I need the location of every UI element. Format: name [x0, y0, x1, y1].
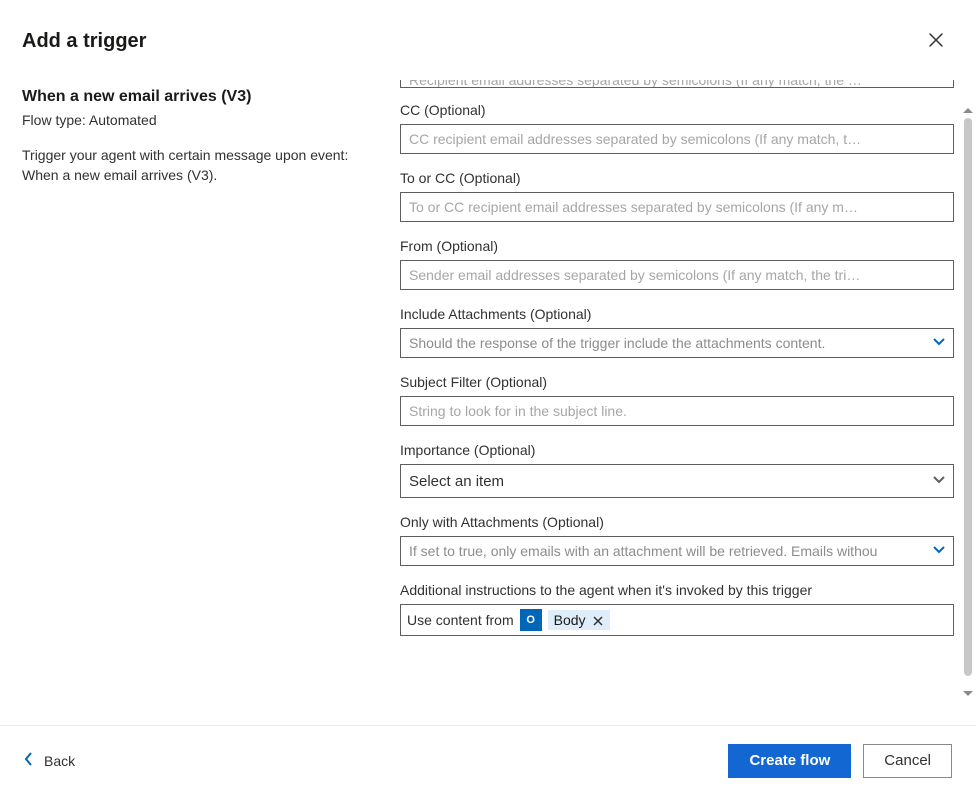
from-input[interactable]	[400, 260, 954, 290]
subject-filter-label: Subject Filter (Optional)	[400, 374, 954, 390]
body-token[interactable]: Body	[548, 610, 610, 630]
additional-instructions-label: Additional instructions to the agent whe…	[400, 582, 954, 598]
scroll-up-icon[interactable]	[961, 104, 975, 118]
to-or-cc-input[interactable]	[400, 192, 954, 222]
scrollbar-track[interactable]	[964, 118, 972, 686]
importance-value: Select an item	[409, 473, 504, 490]
subject-filter-input[interactable]	[400, 396, 954, 426]
only-with-attachments-label: Only with Attachments (Optional)	[400, 514, 954, 530]
back-label: Back	[44, 753, 75, 769]
recipient-placeholder: Recipient email addresses separated by s…	[409, 80, 862, 86]
trigger-name-heading: When a new email arrives (V3)	[22, 88, 376, 106]
chevron-left-icon	[24, 751, 34, 770]
cc-label: CC (Optional)	[400, 102, 954, 118]
flow-type-label: Flow type: Automated	[22, 112, 376, 128]
cc-input[interactable]	[400, 124, 954, 154]
close-icon	[928, 32, 944, 51]
back-button[interactable]: Back	[24, 751, 75, 770]
form-scroll-area: Recipient email addresses separated by s…	[400, 80, 954, 725]
include-attachments-value: Should the response of the trigger inclu…	[409, 335, 825, 351]
instructions-prefix-text: Use content from	[407, 612, 514, 628]
close-button[interactable]	[920, 25, 952, 57]
importance-select[interactable]: Select an item	[400, 464, 954, 498]
body-token-label: Body	[554, 612, 586, 628]
only-with-attachments-value: If set to true, only emails with an atta…	[409, 543, 877, 559]
include-attachments-label: Include Attachments (Optional)	[400, 306, 954, 322]
outlook-icon: O	[520, 609, 542, 631]
importance-label: Importance (Optional)	[400, 442, 954, 458]
trigger-description: Trigger your agent with certain message …	[22, 146, 376, 185]
to-or-cc-label: To or CC (Optional)	[400, 170, 954, 186]
vertical-scrollbar[interactable]	[960, 104, 976, 700]
cancel-button[interactable]: Cancel	[863, 744, 952, 778]
additional-instructions-input[interactable]: Use content from O Body	[400, 604, 954, 636]
create-flow-button[interactable]: Create flow	[728, 744, 851, 778]
from-label: From (Optional)	[400, 238, 954, 254]
only-with-attachments-select[interactable]: If set to true, only emails with an atta…	[400, 536, 954, 566]
recipient-input[interactable]: Recipient email addresses separated by s…	[400, 80, 954, 88]
remove-token-icon[interactable]	[592, 614, 604, 626]
scroll-down-icon[interactable]	[961, 686, 975, 700]
include-attachments-select[interactable]: Should the response of the trigger inclu…	[400, 328, 954, 358]
page-title: Add a trigger	[22, 30, 146, 53]
scrollbar-thumb[interactable]	[964, 118, 972, 676]
